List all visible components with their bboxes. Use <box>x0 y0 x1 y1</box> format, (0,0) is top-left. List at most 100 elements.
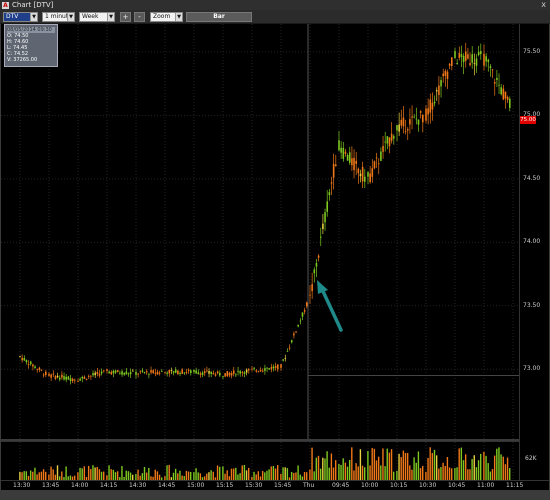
volume-bar <box>311 447 313 481</box>
volume-axis-label: 62K <box>525 455 537 462</box>
candle-body <box>330 182 333 184</box>
candle-body <box>79 378 81 381</box>
candle-body <box>500 87 502 95</box>
candle-body <box>332 163 335 178</box>
volume-bar <box>364 467 366 481</box>
candle-body <box>219 372 221 376</box>
volume-bar <box>367 451 369 481</box>
volume-pane[interactable] <box>1 441 519 481</box>
candle-body <box>433 101 436 104</box>
volume-bar <box>50 466 52 481</box>
candle-body <box>98 373 101 376</box>
volume-bar <box>96 466 98 481</box>
candle-body <box>106 369 108 371</box>
candle-body <box>81 376 84 379</box>
candle-body <box>208 371 210 374</box>
candle-body <box>251 368 253 370</box>
candle-body <box>174 369 177 373</box>
candle-body <box>96 371 99 374</box>
volume-bar <box>506 457 509 481</box>
volume-bar <box>92 465 94 481</box>
chevron-down-icon[interactable]: ▼ <box>107 13 114 21</box>
candle-body <box>132 370 134 372</box>
candle-body <box>135 371 137 375</box>
candle-body <box>485 56 487 62</box>
candle-body <box>293 333 295 336</box>
candle-body <box>290 340 293 343</box>
candle-body <box>187 369 190 371</box>
candle-body <box>471 54 473 63</box>
close-button[interactable]: x <box>541 0 546 10</box>
candle-body <box>170 369 173 371</box>
candle-body <box>222 376 224 377</box>
volume-bar <box>380 465 382 481</box>
volume-bar <box>388 452 391 481</box>
candle-body <box>413 116 415 118</box>
candle-body <box>94 372 96 376</box>
volume-bar <box>216 465 219 481</box>
volume-bar <box>277 465 279 481</box>
time-tick-label: 15:15 <box>216 482 234 489</box>
volume-bar <box>498 447 500 481</box>
volume-bar <box>464 454 467 481</box>
time-tick-label: 14:15 <box>100 482 118 489</box>
candle-body <box>161 371 163 372</box>
volume-bar <box>94 467 96 481</box>
range-select[interactable]: Week ▼ <box>79 12 115 22</box>
candle-body <box>143 372 146 374</box>
bar-type-button[interactable]: Bar <box>186 12 252 22</box>
volume-bar <box>272 465 275 481</box>
candle-body <box>364 176 366 182</box>
price-tick-label: 75.50 <box>523 47 541 55</box>
candle-body <box>475 58 478 66</box>
candle-body <box>277 364 279 370</box>
volume-bar <box>344 462 347 481</box>
app-icon: A <box>2 1 9 9</box>
candle-body <box>114 370 117 373</box>
candle-body <box>462 55 465 63</box>
chevron-down-icon[interactable]: ▼ <box>67 13 74 21</box>
candle-body <box>71 378 74 382</box>
volume-bar <box>83 466 86 481</box>
candle-body <box>404 131 407 133</box>
candle-body <box>214 374 217 376</box>
candle-body <box>317 255 320 258</box>
chevron-down-icon[interactable]: ▼ <box>175 13 182 21</box>
candle-body <box>371 168 374 177</box>
price-axis: 75.00 62K 75.50 75.00 74.50 74.00 73.50 73.00 <box>519 24 549 480</box>
candle-body <box>502 88 505 100</box>
candle-body <box>288 347 291 349</box>
volume-bar <box>270 466 272 481</box>
zoom-in-button[interactable]: + <box>120 12 131 22</box>
time-tick-label: 15:30 <box>245 482 263 489</box>
volume-bar <box>328 467 330 481</box>
volume-bar <box>386 448 388 481</box>
price-chart[interactable] <box>1 24 519 439</box>
time-tick-label: 13:30 <box>13 482 31 489</box>
candle-body <box>183 372 186 374</box>
chevron-down-icon[interactable]: ▼ <box>30 13 37 21</box>
candle-body <box>384 141 386 143</box>
candle-body <box>63 376 65 380</box>
scroll-strip[interactable] <box>0 490 550 500</box>
volume-bar <box>477 460 480 481</box>
candle-body <box>201 372 204 375</box>
candle-body <box>454 51 456 58</box>
candle-body <box>158 372 161 374</box>
time-tick-label: 10:00 <box>361 482 379 489</box>
candle-body <box>125 371 128 375</box>
window-title: Chart [DTV] <box>12 1 54 9</box>
volume-bar <box>462 460 465 481</box>
candle-body <box>52 373 55 375</box>
volume-bar <box>444 465 446 481</box>
volume-bar <box>373 448 376 481</box>
candle-body <box>48 373 50 376</box>
zoom-select[interactable]: Zoom ▼ <box>150 12 183 22</box>
interval-select[interactable]: 1 minute ▼ <box>42 12 75 22</box>
candle-body <box>489 66 492 68</box>
zoom-out-button[interactable]: - <box>134 12 145 22</box>
symbol-select[interactable]: DTV ▼ <box>3 12 38 22</box>
time-tick-label: 10:45 <box>448 482 466 489</box>
candle-body <box>429 99 432 113</box>
candle-body <box>422 114 424 123</box>
